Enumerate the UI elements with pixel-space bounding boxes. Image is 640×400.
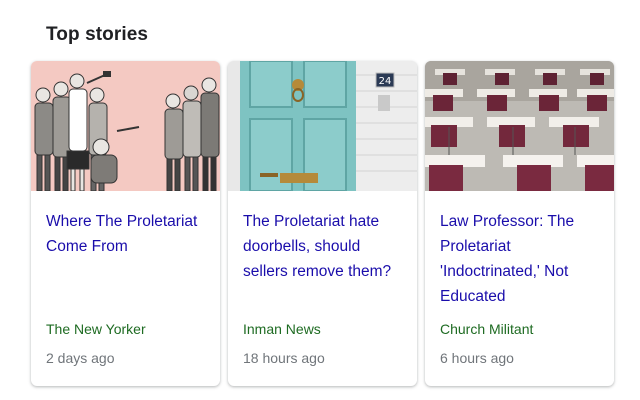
story-carousel: Where The Proletariat Come From The New … [31, 61, 614, 386]
story-time-3: 6 hours ago [440, 350, 514, 366]
story-time-1: 2 days ago [46, 350, 115, 366]
cartoon-crowd-image [31, 61, 220, 191]
story-time-2: 18 hours ago [243, 350, 325, 366]
story-card-1[interactable]: Where The Proletariat Come From The New … [31, 61, 220, 386]
story-thumbnail-2[interactable]: 24 [228, 61, 417, 191]
story-source-3: Church Militant [440, 321, 534, 337]
story-source-2: Inman News [243, 321, 321, 337]
classroom-desks-image [425, 61, 614, 191]
story-thumbnail-3[interactable] [425, 61, 614, 191]
story-source-1: The New Yorker [46, 321, 146, 337]
story-thumbnail-1[interactable] [31, 61, 220, 191]
story-headline-2[interactable]: The Proletariat hate doorbells, should s… [243, 209, 409, 284]
story-headline-3[interactable]: Law Professor: The Proletariat 'Indoctri… [440, 209, 606, 309]
story-card-2[interactable]: 24 The Proletariat hate doorbells, shoul… [228, 61, 417, 386]
section-title: Top stories [46, 24, 149, 45]
story-headline-1[interactable]: Where The Proletariat Come From [46, 209, 212, 259]
teal-door-image: 24 [228, 61, 417, 191]
story-card-3[interactable]: Law Professor: The Proletariat 'Indoctri… [425, 61, 614, 386]
door-number: 24 [379, 76, 392, 87]
